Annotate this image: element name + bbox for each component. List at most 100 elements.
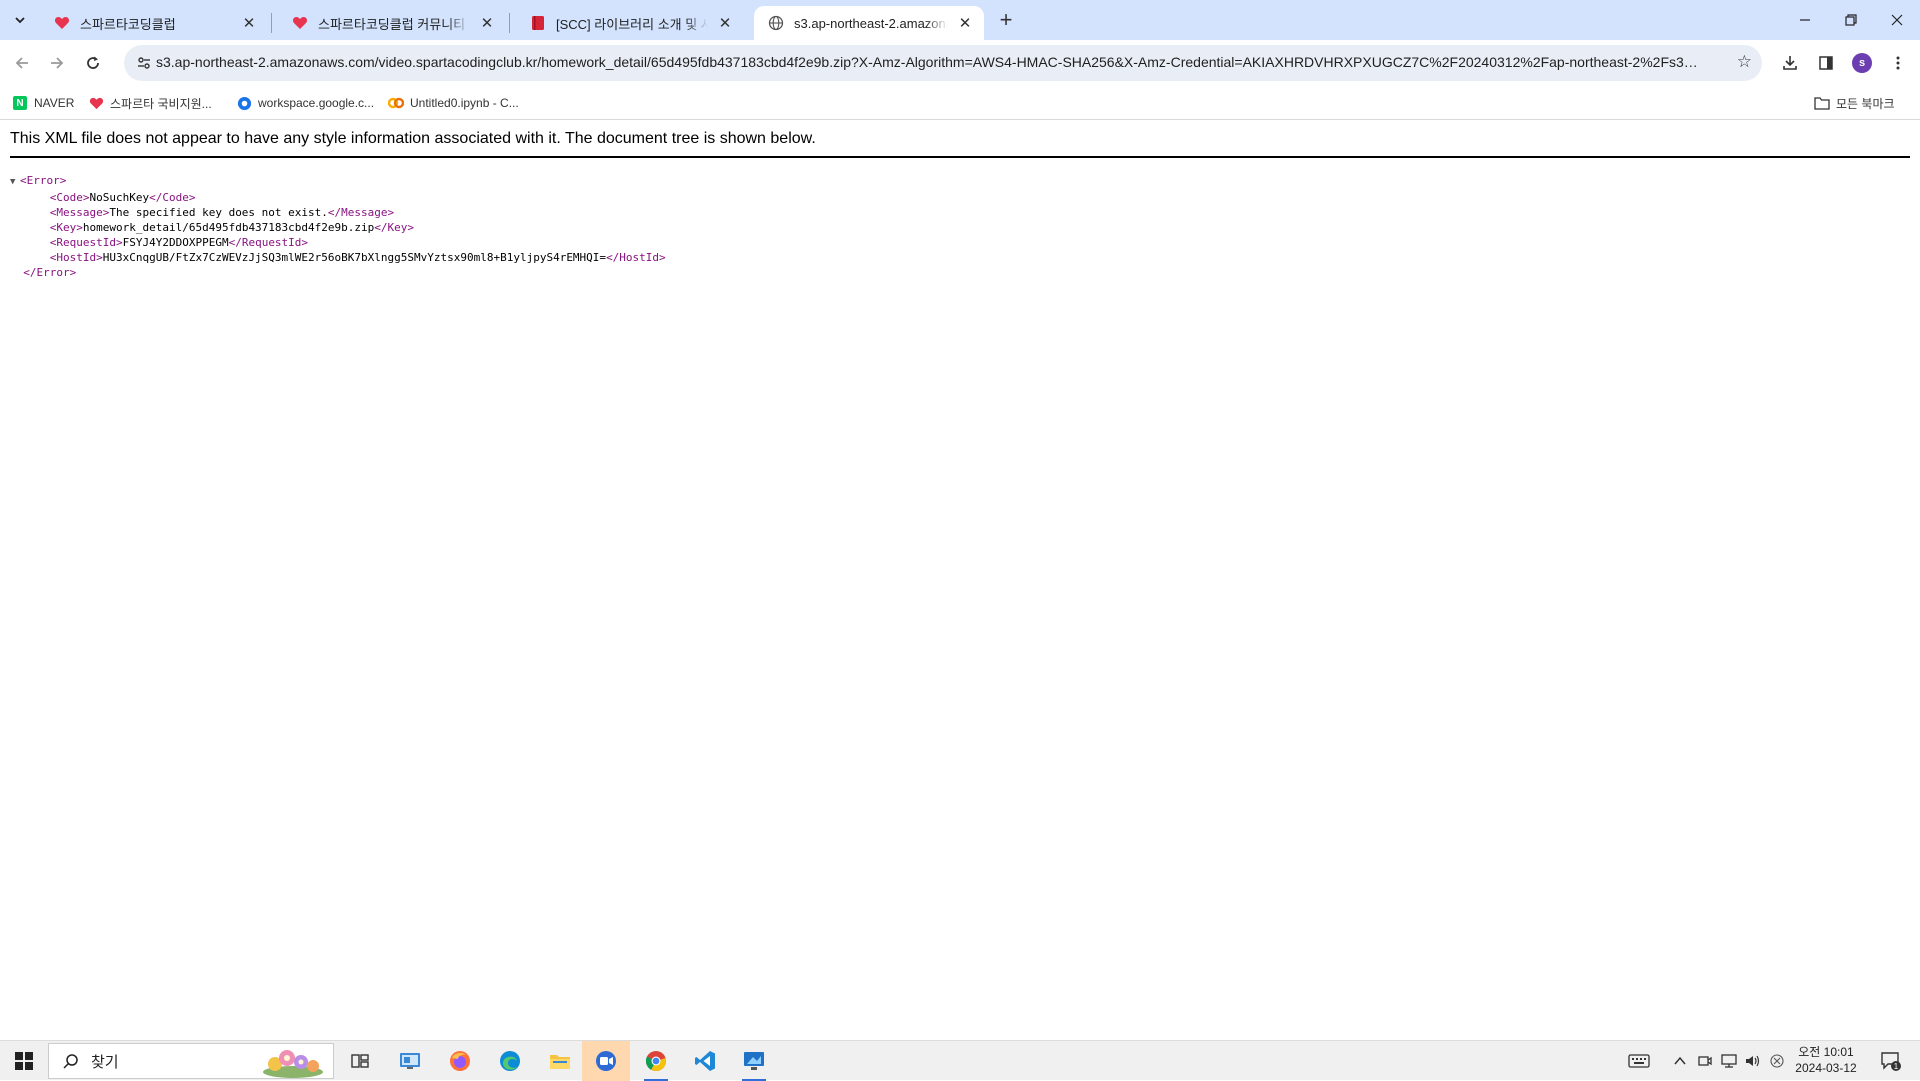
red-book-icon	[530, 15, 546, 31]
volume-icon	[1746, 1055, 1760, 1067]
taskbar-vscode[interactable]	[681, 1041, 729, 1081]
minimize-icon	[1800, 19, 1810, 21]
windows-logo-icon	[15, 1052, 33, 1070]
xml-error-open-line: ▼ <Error>	[10, 173, 666, 190]
reload-icon	[87, 56, 99, 69]
touch-keyboard-button[interactable]	[1624, 1041, 1654, 1081]
xml-tag: <Message>	[49, 206, 110, 219]
site-info-icon[interactable]	[134, 53, 154, 73]
xml-message-line: <Message>The specified key does not exis…	[10, 205, 666, 220]
tab-sparta-home[interactable]: 스파르타코딩클럽 ✕	[40, 6, 268, 40]
taskbar-remote-desktop[interactable]	[730, 1041, 778, 1081]
tab-divider	[509, 13, 510, 33]
xml-tag: <Code>	[49, 191, 90, 204]
address-bar[interactable]: s3.ap-northeast-2.amazonaws.com/video.sp…	[124, 45, 1762, 81]
tab-title: 스파르타코딩클럽 커뮤니티 | 스파르타코딩클럽	[318, 16, 470, 32]
close-icon[interactable]: ✕	[716, 14, 734, 32]
avatar: s	[1852, 53, 1872, 73]
sparta-heart-icon	[54, 15, 70, 31]
notification-center-button[interactable]: 1	[1874, 1041, 1908, 1081]
search-placeholder: 찾기	[91, 1053, 119, 1071]
taskbar-edge[interactable]	[486, 1041, 534, 1081]
minimize-button[interactable]	[1782, 0, 1828, 40]
chevron-up-icon	[1674, 1056, 1686, 1065]
restore-icon	[1845, 14, 1857, 26]
google-workspace-icon	[236, 95, 252, 111]
xml-tag: <Error>	[20, 174, 67, 187]
bookmarks-bar: N NAVER 스파르타 국비지원... workspace.google.c.…	[0, 86, 1920, 120]
tab-search-button[interactable]	[8, 8, 32, 32]
start-button[interactable]	[0, 1041, 48, 1081]
new-tab-button[interactable]: +	[992, 7, 1020, 32]
tab-title: [SCC] 라이브러리 소개 및 사용법	[556, 16, 708, 32]
download-icon	[1783, 56, 1797, 70]
zoom-app-icon	[596, 1051, 616, 1071]
xml-requestid-line: <RequestId>FSYJ4Y2DDOXPPEGM</RequestId>	[10, 235, 666, 250]
tray-volume[interactable]	[1742, 1041, 1764, 1081]
close-icon	[1891, 14, 1903, 26]
xml-tag: <Key>	[49, 221, 83, 234]
menu-button[interactable]	[1885, 50, 1911, 76]
tray-meet-now[interactable]	[1694, 1041, 1716, 1081]
camera-icon	[1698, 1056, 1712, 1066]
clock-date: 2024-03-12	[1795, 1061, 1857, 1075]
bookmark-colab[interactable]: Untitled0.ipynb - C...	[388, 92, 519, 114]
restore-button[interactable]	[1828, 0, 1874, 40]
taskbar-zoom-app[interactable]	[582, 1041, 630, 1081]
arrow-right-icon	[51, 57, 64, 69]
taskbar-task-view[interactable]	[336, 1041, 384, 1081]
reload-button[interactable]	[79, 49, 107, 77]
downloads-button[interactable]	[1777, 50, 1803, 76]
url-text[interactable]: s3.ap-northeast-2.amazonaws.com/video.sp…	[156, 54, 1706, 70]
taskbar-chrome[interactable]	[632, 1041, 680, 1081]
notification-icon: 1	[1881, 1052, 1901, 1071]
xml-style-notice: This XML file does not appear to have an…	[10, 130, 1910, 158]
close-window-button[interactable]	[1874, 0, 1920, 40]
ime-off-icon	[1770, 1054, 1784, 1068]
tab-sparta-community[interactable]: 스파르타코딩클럽 커뮤니티 | 스파르타코딩클럽 ✕	[278, 6, 506, 40]
taskbar-firefox[interactable]	[436, 1041, 484, 1081]
bookmark-workspace[interactable]: workspace.google.c...	[236, 92, 374, 114]
tab-divider	[271, 13, 272, 33]
chrome-icon	[645, 1051, 666, 1072]
side-panel-button[interactable]	[1813, 50, 1839, 76]
profile-button[interactable]: s	[1849, 50, 1875, 76]
bookmark-naver[interactable]: N NAVER	[12, 92, 74, 114]
tab-s3-active[interactable]: s3.ap-northeast-2.amazonaws.com ✕	[754, 6, 984, 40]
close-icon[interactable]: ✕	[478, 14, 496, 32]
taskbar-control-panel[interactable]	[386, 1041, 434, 1081]
taskbar-clock[interactable]: 오전 10:01 2024-03-12	[1786, 1044, 1866, 1076]
collapse-triangle-icon[interactable]: ▼	[10, 175, 20, 190]
tab-strip: 스파르타코딩클럽 ✕ 스파르타코딩클럽 커뮤니티 | 스파르타코딩클럽 ✕ [S…	[0, 0, 1920, 40]
remote-desktop-icon	[744, 1052, 764, 1070]
edge-icon	[500, 1051, 520, 1071]
taskbar-search-box[interactable]: 찾기	[48, 1043, 334, 1079]
back-button[interactable]	[8, 49, 36, 77]
close-icon[interactable]: ✕	[240, 14, 258, 32]
all-bookmarks-label: 모든 북마크	[1836, 96, 1895, 111]
taskbar-file-explorer[interactable]	[536, 1041, 584, 1081]
firefox-icon	[450, 1051, 470, 1071]
xml-message-value: The specified key does not exist.	[109, 206, 328, 219]
show-hidden-icons-button[interactable]	[1668, 1041, 1692, 1081]
close-icon[interactable]: ✕	[956, 14, 974, 32]
tray-ime-status[interactable]	[1766, 1041, 1788, 1081]
colab-icon	[388, 95, 404, 111]
xml-requestid-value: FSYJ4Y2DDOXPPEGM	[122, 236, 229, 249]
xml-hostid-line: <HostId>HU3xCnqgUB/FtZx7CzWEVzJjSQ3mlWE2…	[10, 250, 666, 265]
xml-tag: </HostId>	[606, 251, 666, 264]
all-bookmarks-button[interactable]: 모든 북마크	[1814, 92, 1895, 114]
flowers-illustration-icon	[263, 1050, 323, 1078]
bookmark-sparta[interactable]: 스파르타 국비지원...	[88, 92, 212, 114]
keyboard-icon	[1628, 1054, 1650, 1068]
xml-hostid-value: HU3xCnqgUB/FtZx7CzWEVzJjSQ3mlWE2r56oBK7b…	[102, 251, 607, 264]
tray-network[interactable]	[1718, 1041, 1740, 1081]
forward-button[interactable]	[43, 49, 71, 77]
network-icon	[1721, 1054, 1737, 1068]
tab-scc-library[interactable]: [SCC] 라이브러리 소개 및 사용법 ✕	[516, 6, 744, 40]
bookmark-star-icon[interactable]: ☆	[1737, 52, 1752, 72]
notification-count: 1	[1894, 1062, 1899, 1071]
tab-title: s3.ap-northeast-2.amazonaws.com	[794, 15, 948, 31]
clock-time: 오전 10:01	[1798, 1045, 1854, 1059]
side-panel-icon	[1819, 56, 1833, 70]
